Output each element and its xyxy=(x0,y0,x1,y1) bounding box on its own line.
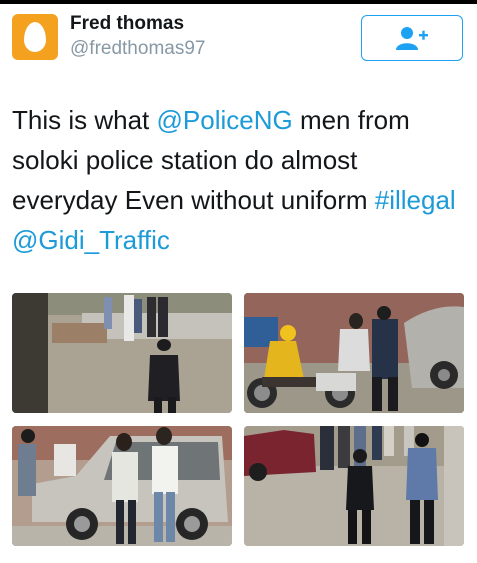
mention-policeng-link[interactable]: @PoliceNG xyxy=(157,105,293,135)
hashtag-illegal-link[interactable]: #illegal xyxy=(375,185,456,215)
tweet-photo-3[interactable] xyxy=(12,426,232,546)
photo-3-image xyxy=(12,426,232,546)
mention-gidi-traffic-link[interactable]: @Gidi_Traffic xyxy=(12,225,170,255)
top-bar xyxy=(0,0,477,4)
photo-4-image xyxy=(244,426,464,546)
avatar[interactable] xyxy=(12,14,58,60)
tweet-photo-2[interactable] xyxy=(244,293,464,413)
display-name[interactable]: Fred thomas xyxy=(70,13,184,35)
photo-2-image xyxy=(244,293,464,413)
egg-icon xyxy=(24,22,46,52)
tweet-text-start: This is what xyxy=(12,105,157,135)
add-user-icon xyxy=(396,27,428,50)
photo-1-image xyxy=(12,293,232,413)
user-handle[interactable]: @fredthomas97 xyxy=(70,38,205,60)
tweet-text: This is what @PoliceNG men from soloki p… xyxy=(12,100,467,260)
tweet-photo-4[interactable] xyxy=(244,426,464,546)
tweet-photo-1[interactable] xyxy=(12,293,232,413)
follow-button[interactable] xyxy=(361,15,463,61)
